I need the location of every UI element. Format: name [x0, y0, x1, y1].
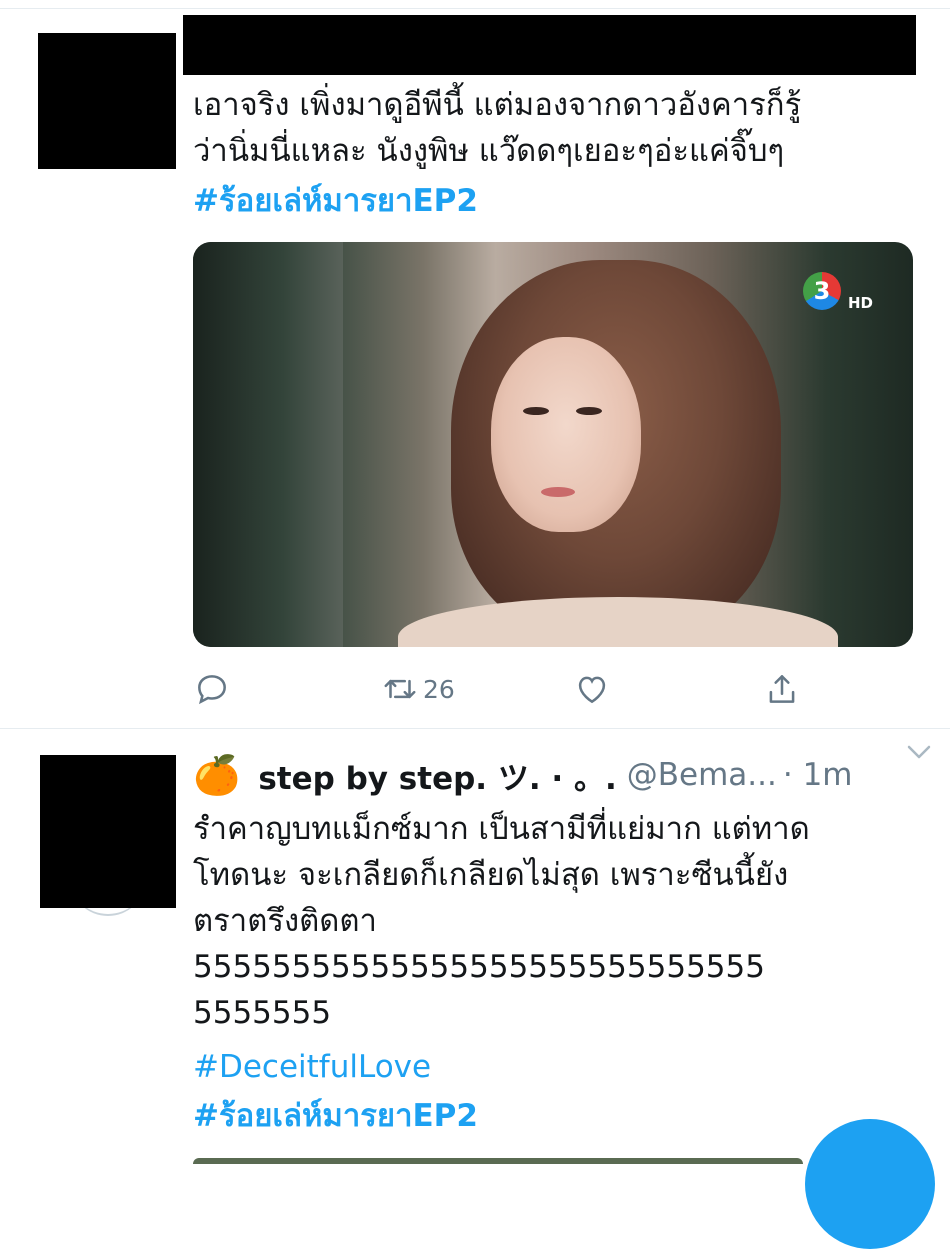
reply-icon: [198, 675, 226, 705]
reply-button[interactable]: [193, 662, 231, 716]
retweet-count: 26: [423, 674, 455, 704]
channel-hd-badge: HD: [847, 294, 873, 312]
channel-logo: 3: [803, 272, 841, 310]
tweet-text: เอาจริง เพิ่งมาดูอีพีนี้ แต่มองจากดาวอัง…: [193, 87, 802, 169]
chevron-down-icon[interactable]: [904, 742, 934, 766]
compose-tweet-button[interactable]: [805, 1119, 935, 1249]
tweet[interactable]: 🍊 step by step. ツ. · 。. @Bema... · 1m รำ…: [0, 728, 950, 1249]
display-name[interactable]: step by step. ツ. · 。.: [258, 753, 616, 798]
timestamp[interactable]: · 1m: [783, 757, 853, 793]
tweet-image[interactable]: 3 HD: [193, 242, 913, 647]
tweet-text: รำคาญบทแม็กซ์มาก เป็นสามีที่แย่มาก แต่ทา…: [193, 811, 810, 1031]
tweet-actions: 26: [193, 662, 913, 716]
retweet-button[interactable]: 26: [381, 662, 455, 716]
hashtag-link[interactable]: #ร้อยเล่ห์มารยาEP2: [193, 178, 478, 224]
like-button[interactable]: [573, 662, 611, 716]
tweet[interactable]: เอาจริง เพิ่งมาดูอีพีนี้ แต่มองจากดาวอัง…: [0, 0, 950, 728]
orange-emoji-icon: 🍊: [193, 753, 241, 797]
user-handle[interactable]: @Bema...: [627, 757, 777, 793]
tweet-header: 🍊 step by step. ツ. · 。. @Bema... · 1m: [193, 752, 933, 798]
author-name-redacted: [183, 15, 916, 75]
image-subject-face: [491, 337, 641, 532]
share-icon: [769, 675, 795, 703]
image-subject-shoulders: [398, 597, 838, 647]
hashtag-link[interactable]: #ร้อยเล่ห์มารยาEP2: [193, 1093, 478, 1139]
image-background: [193, 242, 343, 647]
image-subject-eye: [523, 407, 549, 415]
heart-icon: [578, 676, 606, 704]
avatar-redacted[interactable]: [40, 755, 176, 908]
hashtag-link[interactable]: #DeceitfulLove: [193, 1044, 431, 1090]
media-peek: [193, 1158, 803, 1164]
retweet-icon: [384, 679, 416, 699]
image-subject-eye: [576, 407, 602, 415]
image-subject-lips: [541, 487, 575, 497]
share-button[interactable]: [763, 662, 801, 716]
avatar-redacted[interactable]: [38, 33, 176, 169]
